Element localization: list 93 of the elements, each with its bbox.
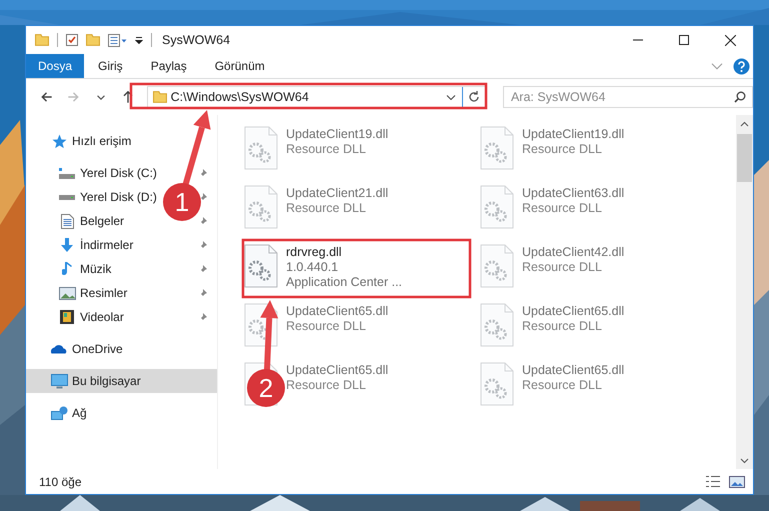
- maximize-icon[interactable]: [679, 35, 689, 45]
- file-detail: Resource DLL: [286, 201, 367, 215]
- file-name[interactable]: UpdateClient65.dll: [286, 304, 388, 318]
- file-detail: Resource DLL: [522, 201, 603, 215]
- file-gear-icon: [480, 244, 514, 288]
- sidebar-item[interactable]: Hızlı erişim: [26, 129, 217, 153]
- document-icon: [60, 214, 74, 228]
- file-name[interactable]: UpdateClient65.dll: [522, 363, 624, 377]
- pin-icon[interactable]: [199, 217, 207, 225]
- sidebar-item[interactable]: Videolar: [80, 310, 124, 324]
- file-name[interactable]: UpdateClient42.dll: [522, 245, 624, 259]
- file-gear-icon: [480, 362, 514, 406]
- scroll-thumb[interactable]: [737, 134, 752, 182]
- sidebar-item[interactable]: Yerel Disk (D:): [80, 190, 157, 204]
- download-arrow-icon: [61, 238, 73, 252]
- cloud-icon: [51, 344, 67, 354]
- file-name[interactable]: rdrvreg.dll: [286, 245, 402, 259]
- file-detail: Resource DLL: [286, 319, 367, 333]
- sidebar-label: Bu bilgisayar: [72, 374, 141, 388]
- file-name[interactable]: UpdateClient65.dll: [286, 363, 388, 377]
- sidebar-label: Ağ: [72, 406, 87, 420]
- monitor-icon: [50, 374, 68, 388]
- details-view-icon[interactable]: [705, 476, 721, 486]
- file-name[interactable]: UpdateClient63.dll: [522, 186, 624, 200]
- sidebar-item[interactable]: Müzik: [80, 262, 112, 276]
- file-gear-icon: [244, 244, 278, 288]
- file-name[interactable]: UpdateClient19.dll: [286, 127, 388, 141]
- sidebar-item[interactable]: Yerel Disk (C:): [80, 166, 157, 180]
- file-detail: 1.0.440.1: [286, 260, 340, 274]
- network-icon: [50, 406, 68, 420]
- address-text: C:\Windows\SysWOW64: [170, 90, 310, 104]
- pin-icon[interactable]: [199, 193, 207, 201]
- sidebar-item[interactable]: OneDrive: [26, 337, 217, 361]
- file-gear-icon: [480, 126, 514, 170]
- sidebar-label: OneDrive: [72, 342, 123, 356]
- pin-icon[interactable]: [199, 289, 207, 297]
- close-icon[interactable]: [724, 34, 736, 46]
- item-count: 110 öğe: [39, 474, 82, 488]
- film-icon: [60, 310, 74, 324]
- scroll-down-icon[interactable]: [740, 458, 749, 464]
- dropdown-icon[interactable]: [96, 94, 105, 100]
- sidebar-item[interactable]: Belgeler: [80, 214, 124, 228]
- refresh-icon[interactable]: [468, 91, 480, 103]
- file-name[interactable]: UpdateClient65.dll: [522, 304, 624, 318]
- scrollbar[interactable]: [736, 115, 753, 469]
- star-icon: [52, 134, 66, 148]
- pin-icon[interactable]: [199, 241, 207, 249]
- help-icon[interactable]: [733, 58, 750, 74]
- pin-icon[interactable]: [199, 265, 207, 273]
- checkbox-icon[interactable]: [66, 34, 78, 46]
- ribbon-tab[interactable]: Görünüm: [200, 54, 279, 78]
- file-gear-icon: [480, 303, 514, 347]
- search-field[interactable]: Ara: SysWOW64: [502, 86, 753, 108]
- step-badge: 2: [247, 369, 285, 407]
- ribbon-tab[interactable]: Dosya: [26, 54, 84, 78]
- file-detail: Resource DLL: [286, 142, 367, 156]
- file-gear-icon: [244, 126, 278, 170]
- music-note-icon: [62, 262, 72, 276]
- file-detail: Resource DLL: [522, 319, 603, 333]
- large-icons-view-icon[interactable]: [729, 476, 745, 488]
- file-detail: Resource DLL: [286, 378, 367, 392]
- search-icon: [734, 91, 746, 103]
- ribbon-tab[interactable]: Giriş: [84, 54, 137, 78]
- sidebar-item[interactable]: İndirmeler: [80, 238, 134, 252]
- back-arrow-icon[interactable]: [41, 92, 52, 102]
- file-gear-icon: [244, 185, 278, 229]
- file-detail: Resource DLL: [522, 142, 603, 156]
- arrow: [260, 300, 278, 370]
- file-name[interactable]: UpdateClient21.dll: [286, 186, 388, 200]
- file-detail: Application Center ...: [286, 275, 402, 289]
- file-gear-icon: [480, 185, 514, 229]
- pin-icon[interactable]: [199, 313, 207, 321]
- file-name[interactable]: UpdateClient19.dll: [522, 127, 624, 141]
- up-arrow-icon[interactable]: [122, 91, 133, 103]
- sidebar-item[interactable]: Resimler: [80, 286, 128, 300]
- sidebar-item[interactable]: Ağ: [26, 401, 217, 425]
- window-title: SysWOW64: [162, 33, 230, 47]
- sidebar-item[interactable]: Bu bilgisayar: [26, 369, 217, 393]
- chevron-down-icon[interactable]: [446, 94, 456, 100]
- pin-icon[interactable]: [199, 169, 207, 177]
- address-field[interactable]: C:\Windows\SysWOW64: [146, 86, 486, 108]
- file-detail: Resource DLL: [522, 260, 603, 274]
- minimize-icon[interactable]: [633, 39, 643, 41]
- drive-icon: [59, 194, 75, 200]
- image-icon: [58, 286, 76, 300]
- dropdown-icon[interactable]: [135, 36, 143, 44]
- drive-icon: [59, 168, 75, 178]
- file-detail: Resource DLL: [522, 378, 603, 392]
- ribbon-tab[interactable]: Paylaş: [136, 54, 201, 78]
- sidebar-label: Hızlı erişim: [72, 134, 132, 148]
- step-badge: 1: [163, 183, 201, 221]
- properties-icon[interactable]: [108, 34, 127, 46]
- scroll-up-icon[interactable]: [740, 120, 749, 126]
